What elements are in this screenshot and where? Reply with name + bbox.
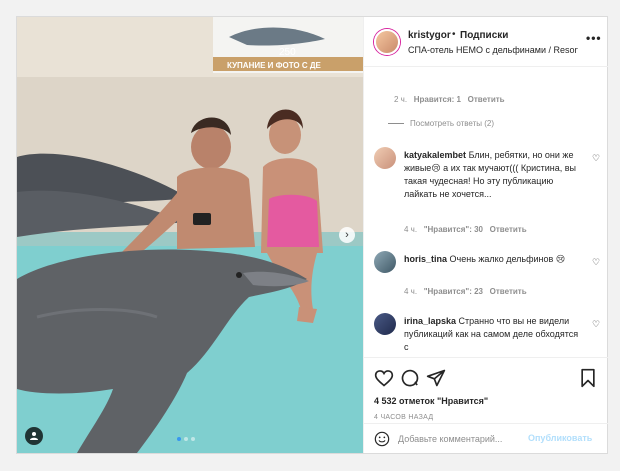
- svg-text:250: 250: [279, 47, 296, 58]
- comment-item: katyakalembet Блин, ребятки, но они же ж…: [374, 147, 600, 234]
- comment-icon[interactable]: [400, 368, 420, 388]
- comment-item: horis_tina Очень жалко дельфинов 😢 ♡ 4 ч…: [374, 251, 600, 301]
- carousel-dots: [177, 437, 195, 441]
- carousel-dot: [184, 437, 188, 441]
- replies-line: [388, 123, 404, 124]
- reply-button[interactable]: Ответить: [490, 225, 527, 234]
- comment-likes[interactable]: Нравится: 1: [414, 95, 461, 104]
- post-time: 4 ЧАСОВ НАЗАД: [374, 414, 434, 421]
- comment-time: 4 ч.: [404, 225, 418, 234]
- comment-time: 2 ч.: [394, 95, 408, 104]
- post-actions: 4 532 отметок "Нравится" 4 ЧАСОВ НАЗАД: [364, 357, 608, 423]
- commenter-avatar[interactable]: [374, 147, 396, 169]
- user-tag-icon: [30, 432, 38, 440]
- post-side-panel: kristygor • Подписки СПА-отель НЕМО с де…: [363, 17, 608, 453]
- commenter-avatar[interactable]: [374, 313, 396, 335]
- carousel-dot-active: [177, 437, 181, 441]
- comment-time: 4 ч.: [404, 287, 418, 296]
- commenter-username[interactable]: katyakalembet: [404, 150, 466, 160]
- share-icon[interactable]: [426, 368, 446, 388]
- comments-list[interactable]: 2 ч. Нравится: 1 Ответить Посмотреть отв…: [364, 67, 608, 357]
- reply-button[interactable]: Ответить: [490, 287, 527, 296]
- sign-text: КУПАНИЕ И ФОТО С ДЕ: [227, 61, 322, 70]
- like-comment-heart-icon[interactable]: ♡: [592, 257, 600, 268]
- location-link[interactable]: СПА-отель НЕМО с дельфинами / Resort & .…: [408, 45, 578, 55]
- comment-body: horis_tina Очень жалко дельфинов 😢: [404, 253, 580, 266]
- commenter-avatar[interactable]: [374, 251, 396, 273]
- post-modal: 250 КУПАНИЕ И ФОТО С ДЕ › kristygor • По…: [16, 16, 608, 454]
- commenter-username[interactable]: irina_lapska: [404, 316, 456, 326]
- bookmark-icon[interactable]: [578, 368, 598, 388]
- separator-dot: •: [452, 29, 456, 40]
- tagged-users-button[interactable]: [25, 427, 43, 445]
- view-replies-button[interactable]: Посмотреть ответы (2): [388, 119, 494, 128]
- post-header: kristygor • Подписки СПА-отель НЕМО с де…: [364, 17, 608, 67]
- more-options-icon[interactable]: •••: [586, 31, 602, 45]
- comment-text: Очень жалко дельфинов 😢: [449, 254, 566, 264]
- emoji-icon[interactable]: [374, 431, 390, 447]
- publish-button[interactable]: Опубликовать: [528, 433, 592, 443]
- comment-likes[interactable]: "Нравится": 30: [424, 225, 483, 234]
- post-media[interactable]: 250 КУПАНИЕ И ФОТО С ДЕ ›: [17, 17, 363, 453]
- comment-body: katyakalembet Блин, ребятки, но они же ж…: [404, 149, 580, 201]
- heart-icon[interactable]: [374, 368, 394, 388]
- comment-body: irina_lapska Странно что вы не видели пу…: [404, 315, 580, 354]
- add-comment-bar: Опубликовать: [364, 423, 608, 453]
- comment-item: irina_lapska Странно что вы не видели пу…: [374, 313, 600, 357]
- like-comment-heart-icon[interactable]: ♡: [592, 319, 600, 330]
- view-replies-label: Посмотреть ответы (2): [410, 119, 495, 128]
- following-button[interactable]: Подписки: [460, 30, 508, 41]
- next-photo-button[interactable]: ›: [339, 227, 355, 243]
- likes-count[interactable]: 4 532 отметок "Нравится": [374, 396, 488, 406]
- author-username[interactable]: kristygor: [408, 30, 451, 41]
- carousel-dot: [191, 437, 195, 441]
- commenter-username[interactable]: horis_tina: [404, 254, 447, 264]
- author-avatar[interactable]: [374, 29, 400, 55]
- comment-input[interactable]: [398, 432, 528, 446]
- reply-button[interactable]: Ответить: [468, 95, 505, 104]
- comment-likes[interactable]: "Нравится": 23: [424, 287, 483, 296]
- post-photo: 250 КУПАНИЕ И ФОТО С ДЕ: [17, 17, 363, 453]
- like-comment-heart-icon[interactable]: ♡: [592, 153, 600, 164]
